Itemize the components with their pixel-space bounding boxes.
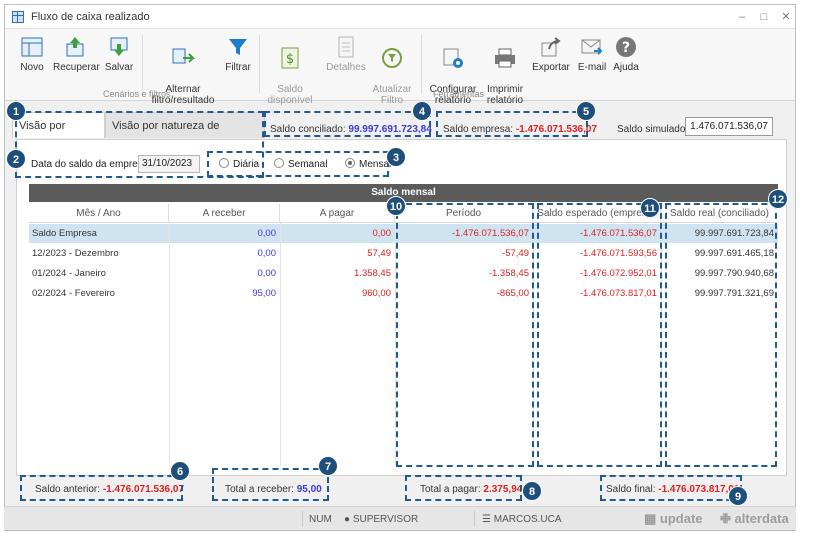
configure-report-icon: [443, 48, 463, 68]
email-icon: [581, 39, 603, 55]
callout-badge-2: 2: [6, 149, 26, 169]
refresh-filter-icon: [382, 48, 402, 68]
callout-box-7: [212, 468, 329, 501]
callout-badge-10: 10: [386, 196, 406, 216]
maximize-icon[interactable]: □: [757, 10, 771, 24]
save-icon: [110, 37, 128, 56]
update-logo-icon: ▦: [644, 511, 657, 526]
callout-badge-11: 11: [640, 198, 660, 218]
callout-badge-4: 4: [412, 101, 432, 121]
callout-badge-5: 5: [576, 101, 596, 121]
alterdata-logo: ✙ alterdata: [720, 511, 789, 526]
help-button[interactable]: ? Ajuda: [611, 35, 641, 73]
new-button[interactable]: Novo: [13, 35, 51, 73]
help-icon: ?: [616, 37, 636, 57]
column-header-payable[interactable]: A pagar: [280, 204, 395, 223]
ribbon-separator: [259, 35, 260, 93]
new-grid-icon: [21, 37, 43, 57]
callout-badge-7: 7: [318, 456, 338, 476]
database-status: ☰ MARCOS.UCA: [482, 514, 562, 525]
callout-box-5: [436, 111, 588, 137]
num-lock-indicator: NUM: [309, 514, 332, 525]
callout-box-11: [537, 203, 662, 467]
svg-text:?: ?: [622, 40, 630, 56]
callout-box-3: [207, 151, 389, 177]
column-header-receivable[interactable]: A receber: [169, 204, 280, 223]
ribbon-separator: [421, 35, 422, 93]
callout-box-10: [396, 203, 534, 467]
callout-badge-12: 12: [768, 189, 788, 209]
recover-icon: [66, 37, 84, 57]
toggle-filter-icon: [172, 48, 195, 64]
column-header-month[interactable]: Mês / Ano: [29, 204, 169, 223]
callout-badge-8: 8: [522, 481, 542, 501]
callout-box-12: [665, 203, 777, 467]
status-separator: [302, 511, 303, 527]
grid-divider: [280, 223, 281, 466]
print-icon: [495, 48, 515, 68]
title-bar: Fluxo de caixa realizado – □ ✕: [5, 5, 795, 29]
balance-icon: $: [281, 47, 299, 69]
export-icon: [541, 37, 561, 57]
status-separator: [474, 511, 475, 527]
callout-badge-3: 3: [386, 147, 406, 167]
user-icon: ●: [344, 514, 351, 525]
available-balance-button[interactable]: $ Saldo disponível: [267, 35, 313, 106]
user-status: ● SUPERVISOR: [344, 514, 419, 525]
svg-text:$: $: [286, 52, 294, 67]
export-button[interactable]: Exportar: [531, 35, 571, 73]
grid-divider: [169, 223, 170, 466]
simulated-balance-label: Saldo simulado:: [617, 124, 689, 135]
filter-icon: [229, 39, 247, 55]
ribbon-separator: [142, 35, 143, 93]
filter-button[interactable]: Filtrar: [223, 35, 253, 73]
group-label-tools: Ferramentas: [433, 89, 485, 99]
details-button[interactable]: Detalhes: [323, 35, 369, 73]
ribbon-toolbar: Novo Recuperar Salvar Alternar filtro/re…: [5, 29, 795, 106]
status-bar: NUM ● SUPERVISOR ☰ MARCOS.UCA ▦ update ✙…: [4, 506, 796, 530]
app-icon: [12, 11, 24, 23]
window-title: Fluxo de caixa realizado: [31, 11, 150, 23]
callout-badge-6: 6: [170, 461, 190, 481]
callout-box-4: [264, 111, 431, 137]
refresh-filter-button[interactable]: Atualizar Filtro: [371, 35, 413, 106]
database-icon: ☰: [482, 514, 491, 525]
print-report-button[interactable]: Imprimir relatório: [483, 35, 527, 106]
callout-box-8: [405, 475, 522, 501]
group-label-scenarios: Cenários e filtros: [103, 89, 171, 99]
minimize-icon[interactable]: –: [735, 10, 749, 24]
callout-box-9: [600, 475, 742, 501]
callout-badge-1: 1: [6, 101, 26, 121]
callout-badge-9: 9: [728, 486, 748, 506]
simulated-balance-input[interactable]: 1.476.071.536,07: [685, 117, 773, 136]
update-logo: ▦ update: [644, 511, 703, 526]
recover-button[interactable]: Recuperar: [53, 35, 100, 73]
callout-box-6: [20, 475, 183, 501]
close-icon[interactable]: ✕: [779, 10, 793, 24]
alterdata-logo-icon: ✙: [720, 511, 731, 526]
details-icon: [338, 36, 354, 58]
email-button[interactable]: E-mail: [575, 35, 609, 73]
save-button[interactable]: Salvar: [101, 35, 137, 73]
